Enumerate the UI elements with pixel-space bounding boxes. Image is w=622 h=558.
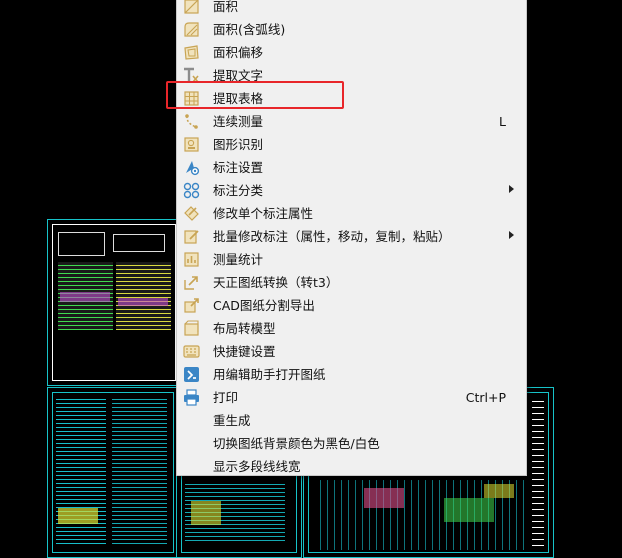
context-menu: 面积 面积(含弧线) 面积偏移 提取文字 提取表格 连续测量 L 图形识别 标注…	[176, 0, 527, 476]
annotation-category-icon	[183, 182, 200, 199]
measure-stats-icon	[183, 251, 200, 268]
menu-item-label: 天正图纸转换（转t3）	[213, 275, 339, 290]
menu-item-label: 重生成	[213, 413, 251, 428]
menu-item-annotation-category[interactable]: 标注分类	[177, 179, 526, 202]
drawing-sheet-bottom-middle	[176, 470, 302, 558]
area-offset-icon	[183, 44, 200, 61]
batch-edit-icon	[183, 228, 200, 245]
menu-item-label: 修改单个标注属性	[213, 206, 314, 221]
menu-item-tangent-convert[interactable]: 天正图纸转换（转t3）	[177, 271, 526, 294]
area-icon	[183, 0, 200, 15]
menu-item-label: 快捷键设置	[213, 344, 276, 359]
menu-item-label: 面积	[213, 0, 239, 14]
menu-item-label: 显示多段线线宽	[213, 459, 301, 474]
menu-item-batch-edit[interactable]: 批量修改标注（属性，移动，复制，粘贴）	[177, 225, 526, 248]
menu-item-toggle-background[interactable]: 切换图纸背景颜色为黑色/白色	[177, 432, 526, 455]
split-export-icon	[183, 297, 200, 314]
tangent-convert-icon	[183, 274, 200, 291]
menu-item-shape-recognition[interactable]: 图形识别	[177, 133, 526, 156]
menu-item-edit-assistant[interactable]: 用编辑助手打开图纸	[177, 363, 526, 386]
print-icon	[183, 389, 200, 406]
menu-item-label: 面积偏移	[213, 45, 264, 60]
drawing-sheet-top-left	[47, 219, 181, 386]
menu-item-label: 用编辑助手打开图纸	[213, 367, 326, 382]
menu-item-label: 标注分类	[213, 183, 264, 198]
menu-item-shortcut: Ctrl+P	[465, 390, 506, 405]
continuous-measure-icon	[183, 113, 200, 130]
menu-item-label: 打印	[213, 390, 239, 405]
menu-item-area-arc[interactable]: 面积(含弧线)	[177, 18, 526, 41]
menu-item-label: 批量修改标注（属性，移动，复制，粘贴）	[213, 229, 451, 244]
annotation-settings-icon	[183, 159, 200, 176]
keyboard-icon	[183, 343, 200, 360]
drawing-sheet-bottom-left	[47, 387, 179, 558]
menu-item-shortcut: L	[499, 114, 506, 129]
layout-to-model-icon	[183, 320, 200, 337]
menu-item-label: 标注设置	[213, 160, 264, 175]
edit-assistant-icon	[183, 366, 200, 383]
menu-item-label: 图形识别	[213, 137, 264, 152]
menu-item-regenerate[interactable]: 重生成	[177, 409, 526, 432]
submenu-arrow-icon	[509, 185, 514, 193]
menu-item-keyboard-settings[interactable]: 快捷键设置	[177, 340, 526, 363]
submenu-arrow-icon	[509, 231, 514, 239]
edit-annotation-icon	[183, 205, 200, 222]
shape-recognition-icon	[183, 136, 200, 153]
menu-item-area-offset[interactable]: 面积偏移	[177, 41, 526, 64]
menu-item-label: 切换图纸背景颜色为黑色/白色	[213, 436, 380, 451]
menu-item-annotation-settings[interactable]: 标注设置	[177, 156, 526, 179]
area-arc-icon	[183, 21, 200, 38]
menu-item-show-polyline-width[interactable]: 显示多段线线宽	[177, 455, 526, 478]
menu-item-print[interactable]: 打印 Ctrl+P	[177, 386, 526, 409]
menu-item-measure-stats[interactable]: 测量统计	[177, 248, 526, 271]
menu-item-edit-annotation[interactable]: 修改单个标注属性	[177, 202, 526, 225]
highlight-box	[166, 81, 344, 109]
menu-item-area[interactable]: 面积	[177, 0, 526, 18]
menu-item-label: 面积(含弧线)	[213, 22, 286, 37]
menu-item-layout-to-model[interactable]: 布局转模型	[177, 317, 526, 340]
menu-item-label: CAD图纸分割导出	[213, 298, 315, 313]
menu-item-split-export[interactable]: CAD图纸分割导出	[177, 294, 526, 317]
menu-item-label: 连续测量	[213, 114, 264, 129]
menu-item-label: 测量统计	[213, 252, 264, 267]
menu-item-label: 布局转模型	[213, 321, 276, 336]
menu-item-continuous-measure[interactable]: 连续测量 L	[177, 110, 526, 133]
